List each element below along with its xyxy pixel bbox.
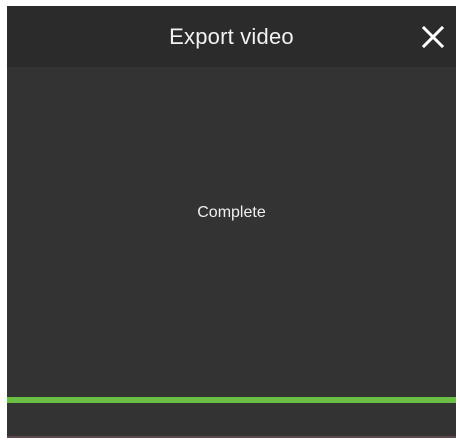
close-icon	[421, 25, 445, 49]
close-button[interactable]	[420, 24, 446, 50]
dialog-header: Export video	[7, 6, 456, 67]
export-status-text: Complete	[197, 204, 266, 221]
dialog-footer	[7, 403, 456, 438]
footer-divider	[7, 436, 456, 438]
dialog-title: Export video	[169, 24, 294, 49]
dialog-content: Complete	[7, 67, 456, 397]
export-video-dialog: Export video Complete	[7, 6, 456, 438]
